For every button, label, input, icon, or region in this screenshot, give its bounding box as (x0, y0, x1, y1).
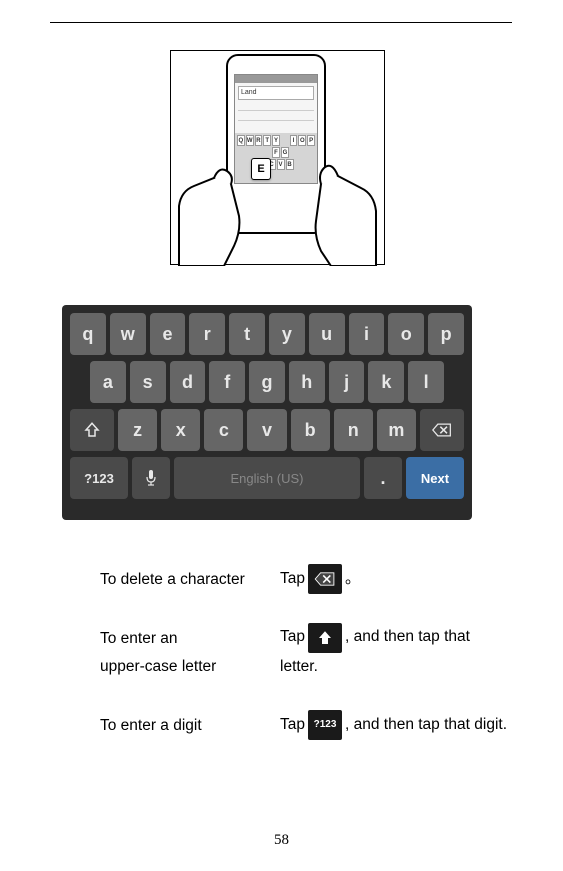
key-g: g (249, 361, 285, 403)
mic-icon (145, 469, 157, 487)
shift-icon (316, 629, 334, 647)
key-f: f (209, 361, 245, 403)
keyboard-row-2: a s d f g h j k l (70, 361, 464, 403)
backspace-icon (314, 571, 336, 587)
instruction-action: Tap ?123 , and then tap that digit. (280, 710, 507, 740)
mini-key: P (307, 135, 315, 146)
mini-key: T (263, 135, 271, 146)
shift-key-icon (308, 623, 342, 653)
phone-line (238, 113, 314, 121)
mini-key: Y (272, 135, 280, 146)
text: , and then tap that (345, 623, 470, 652)
onscreen-keyboard-screenshot: q w e r t y u i o p a s d f g h j k l z … (62, 305, 472, 520)
key-popup: E (251, 158, 271, 180)
key-c: c (204, 409, 243, 451)
key-e: e (150, 313, 186, 355)
key-space: English (US) (174, 457, 360, 499)
text: letter. (280, 653, 508, 682)
shift-icon (83, 421, 101, 439)
key-d: d (170, 361, 206, 403)
key-u: u (309, 313, 345, 355)
key-v: v (247, 409, 286, 451)
instruction-label: To enter an upper-case letter (100, 623, 280, 682)
key-z: z (118, 409, 157, 451)
key-period: . (364, 457, 402, 499)
key-w: w (110, 313, 146, 355)
mini-key: I (290, 135, 298, 146)
phone-body: Land Q W R T Y I O P (226, 54, 326, 234)
instruction-action: Tap , and then tap that letter. (280, 623, 508, 682)
key-y: y (269, 313, 305, 355)
mini-key: G (281, 147, 289, 158)
key-q: q (70, 313, 106, 355)
mini-key: O (298, 135, 306, 146)
mini-key: F (272, 147, 280, 158)
keyboard-row-3: z x c v b n m (70, 409, 464, 451)
top-divider (50, 22, 512, 23)
keyboard-row-1: q w e r t y u i o p (70, 313, 464, 355)
mini-key: B (286, 159, 294, 170)
key-t: t (229, 313, 265, 355)
key-j: j (329, 361, 365, 403)
key-k: k (368, 361, 404, 403)
key-h: h (289, 361, 325, 403)
phone-screen: Land Q W R T Y I O P (234, 74, 318, 184)
numeric-icon-label: ?123 (314, 716, 337, 735)
key-shift (70, 409, 114, 451)
key-o: o (388, 313, 424, 355)
key-x: x (161, 409, 200, 451)
key-numeric: ?123 (70, 457, 128, 499)
key-r: r (189, 313, 225, 355)
phone-typing-illustration: Land Q W R T Y I O P (170, 50, 385, 265)
mini-key: R (255, 135, 263, 146)
key-l: l (408, 361, 444, 403)
phone-text-input: Land (238, 86, 314, 100)
text: 。 (345, 565, 361, 594)
text: Tap (280, 565, 305, 594)
key-backspace (420, 409, 464, 451)
text: To enter an (100, 625, 280, 654)
key-a: a (90, 361, 126, 403)
key-n: n (334, 409, 373, 451)
instruction-label: To enter a digit (100, 710, 280, 741)
phone-statusbar (235, 75, 317, 83)
instruction-list: To delete a character Tap 。 To enter an … (100, 564, 560, 769)
instruction-action: Tap 。 (280, 564, 361, 594)
text: , and then tap that digit. (345, 711, 507, 740)
phone-mini-keyboard: Q W R T Y I O P F G (235, 133, 317, 183)
instruction-label: To delete a character (100, 564, 280, 595)
text: upper-case letter (100, 653, 280, 682)
text: Tap (280, 623, 305, 652)
numeric-key-icon: ?123 (308, 710, 342, 740)
mini-key: V (277, 159, 285, 170)
instruction-delete: To delete a character Tap 。 (100, 564, 560, 595)
key-next: Next (406, 457, 464, 499)
instruction-digit: To enter a digit Tap ?123 , and then tap… (100, 710, 560, 741)
key-p: p (428, 313, 464, 355)
key-i: i (349, 313, 385, 355)
backspace-key-icon (308, 564, 342, 594)
text: Tap (280, 711, 305, 740)
keyboard-row-4: ?123 English (US) . Next (70, 457, 464, 499)
key-s: s (130, 361, 166, 403)
backspace-icon (432, 422, 452, 438)
key-m: m (377, 409, 416, 451)
mini-key: Q (237, 135, 245, 146)
page-number: 58 (0, 832, 563, 849)
key-b: b (291, 409, 330, 451)
mini-key: W (246, 135, 254, 146)
key-mic (132, 457, 170, 499)
phone-line (238, 103, 314, 111)
instruction-uppercase: To enter an upper-case letter Tap , and … (100, 623, 560, 682)
